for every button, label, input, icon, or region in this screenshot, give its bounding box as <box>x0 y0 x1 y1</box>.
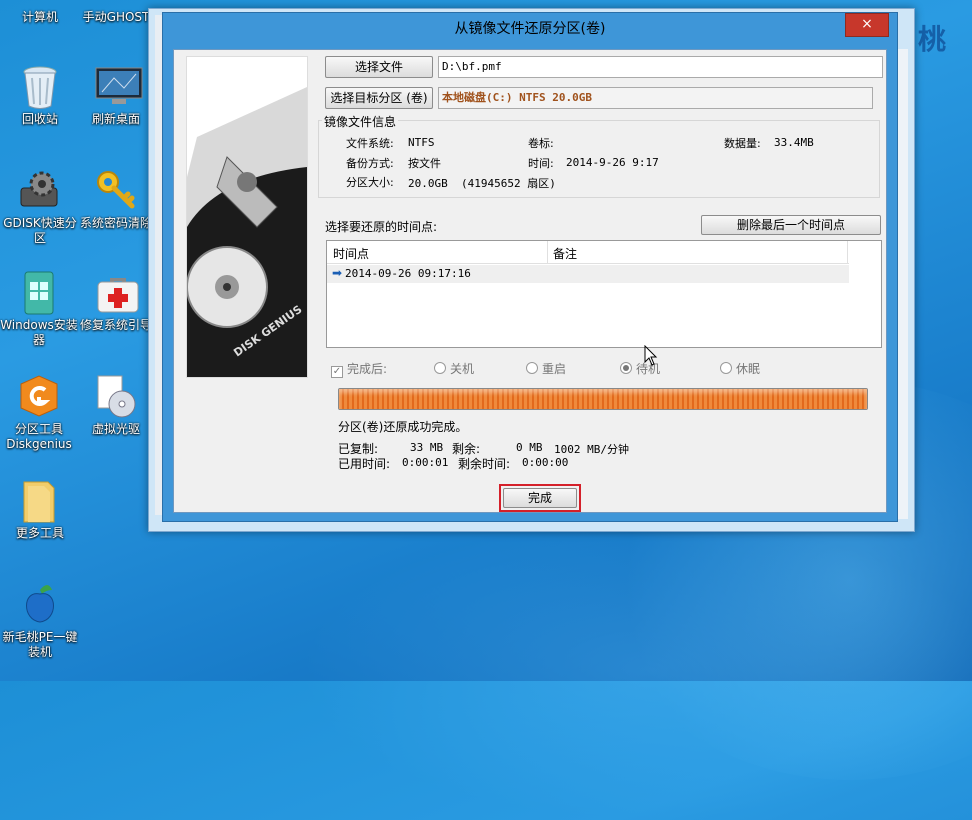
gear-icon <box>18 168 62 212</box>
remaining-time-value: 0:00:00 <box>522 456 569 469</box>
option-restart[interactable]: 重启 <box>526 360 566 377</box>
partition-size-label: 分区大小: <box>346 176 394 189</box>
timepoint-prompt: 选择要还原的时间点: <box>325 220 438 234</box>
desktop-icon-new-peach-pe[interactable]: 新毛桃PE一键装机 <box>2 582 78 660</box>
option-shutdown[interactable]: 关机 <box>434 360 474 377</box>
status-text: 分区(卷)还原成功完成。 <box>338 420 468 434</box>
icon-label: 虚拟光驱 <box>91 422 140 436</box>
icon-label: 更多工具 <box>15 526 64 540</box>
row-pointer-icon: ➡ <box>332 266 343 280</box>
disc-icon <box>94 374 138 418</box>
icon-label: 刷新桌面 <box>91 112 140 126</box>
radio-selected-icon <box>620 362 632 374</box>
remaining-value: 0 MB <box>516 441 543 454</box>
target-partition-field: 本地磁盘(C:) NTFS 20.0GB <box>438 87 873 109</box>
time-label: 时间: <box>528 157 554 170</box>
option-label: 休眠 <box>736 362 761 376</box>
desktop-icon-diskgenius[interactable]: 分区工具Diskgenius <box>0 374 78 452</box>
column-header-note[interactable]: 备注 <box>553 245 577 262</box>
desktop-icon-gdisk[interactable]: GDISK快速分区 <box>0 168 80 246</box>
remaining-time-label: 剩余时间: <box>458 457 511 471</box>
first-aid-kit-icon <box>94 270 139 314</box>
done-button[interactable]: 完成 <box>503 488 577 508</box>
delete-last-timepoint-button[interactable]: 删除最后一个时间点 <box>701 215 881 235</box>
elapsed-label: 已用时间: <box>338 457 391 471</box>
peach-logo-icon <box>18 582 62 626</box>
icon-label: GDISK快速分区 <box>3 216 77 245</box>
option-label: 关机 <box>450 362 475 376</box>
desktop-icon-repair-boot[interactable]: 修复系统引导 <box>78 270 154 333</box>
copied-value: 33 MB <box>410 441 444 454</box>
after-completion-checkbox[interactable]: ✓ 完成后: <box>331 360 387 378</box>
dialog-title: 从镜像文件还原分区(卷) <box>454 21 606 37</box>
desktop-icon-computer[interactable]: 计算机 <box>2 0 78 25</box>
icon-label: 修复系统引导 <box>79 318 152 332</box>
fs-value: NTFS <box>408 136 435 149</box>
desktop-icon-more-tools[interactable]: 更多工具 <box>2 478 78 541</box>
recycle-bin-icon <box>18 64 62 109</box>
icon-label: 手动GHOST <box>82 10 150 24</box>
key-icon <box>94 168 138 212</box>
icon-label: Windows安装器 <box>0 318 78 347</box>
row-time-cell: 2014-09-26 09:17:16 <box>345 267 471 280</box>
desktop-icon-password-clear[interactable]: 系统密码清除 <box>78 168 154 231</box>
data-amount-value: 33.4MB <box>774 136 814 149</box>
option-hibernate[interactable]: 休眠 <box>720 360 760 377</box>
monitor-icon <box>94 64 143 108</box>
installer-icon <box>17 270 61 315</box>
desktop-edge-text: 桃 <box>918 23 947 56</box>
diskgenius-icon <box>17 374 61 418</box>
progress-fill <box>339 389 867 409</box>
table-header: 时间点 备注 <box>327 241 849 264</box>
icon-label: 回收站 <box>21 112 58 126</box>
fs-label: 文件系统: <box>346 137 394 150</box>
desktop-icon-virtual-drive[interactable]: 虚拟光驱 <box>78 374 154 437</box>
volume-label: 卷标: <box>528 137 554 150</box>
desktop-icon-recycle-bin[interactable]: 回收站 <box>2 64 78 127</box>
radio-icon <box>434 362 446 374</box>
icon-label: 系统密码清除 <box>79 216 152 230</box>
desktop-icon-refresh-desktop[interactable]: 刷新桌面 <box>78 64 154 127</box>
elapsed-value: 0:00:01 <box>402 456 449 469</box>
select-file-button[interactable]: 选择文件 <box>325 56 433 78</box>
option-label: 重启 <box>542 362 567 376</box>
radio-icon <box>526 362 538 374</box>
data-amount-label: 数据量: <box>724 137 761 150</box>
desktop-icon-windows-installer[interactable]: Windows安装器 <box>0 270 78 348</box>
icon-label: 计算机 <box>21 10 58 24</box>
folder-icon <box>18 478 62 523</box>
icon-label: 新毛桃PE一键装机 <box>2 630 78 659</box>
after-completion-label: 完成后: <box>347 362 388 376</box>
progress-bar <box>338 388 868 410</box>
select-target-button[interactable]: 选择目标分区 (卷) <box>325 87 433 109</box>
time-value: 2014-9-26 9:17 <box>566 156 659 169</box>
close-button[interactable]: × <box>845 13 889 37</box>
icon-label: 分区工具Diskgenius <box>6 422 72 451</box>
restore-dialog: 从镜像文件还原分区(卷) × DISK GENIUS 选择文件 D:\bf.pm… <box>162 12 898 522</box>
rate-value: 1002 MB/分钟 <box>554 443 629 456</box>
table-row[interactable]: ➡ 2014-09-26 09:17:16 <box>327 265 849 283</box>
backup-method-value: 按文件 <box>408 157 441 170</box>
backup-method-label: 备份方式: <box>346 157 394 170</box>
checkbox-icon: ✓ <box>331 366 343 378</box>
dialog-client: DISK GENIUS 选择文件 D:\bf.pmf 选择目标分区 (卷) 本地… <box>173 49 887 513</box>
timepoint-table: 时间点 备注 ➡ 2014-09-26 09:17:16 <box>326 240 882 348</box>
column-header-time[interactable]: 时间点 <box>333 245 369 262</box>
image-info-group-title: 镜像文件信息 <box>322 113 399 130</box>
file-path-field[interactable]: D:\bf.pmf <box>438 56 883 78</box>
radio-icon <box>720 362 732 374</box>
partition-size-value: 20.0GB (41945652 扇区) <box>408 177 556 190</box>
diskgenius-disk-image: DISK GENIUS <box>186 56 308 378</box>
mouse-cursor-icon <box>644 344 658 370</box>
desktop-icon-manual-ghost[interactable]: 手动GHOST <box>78 0 154 25</box>
